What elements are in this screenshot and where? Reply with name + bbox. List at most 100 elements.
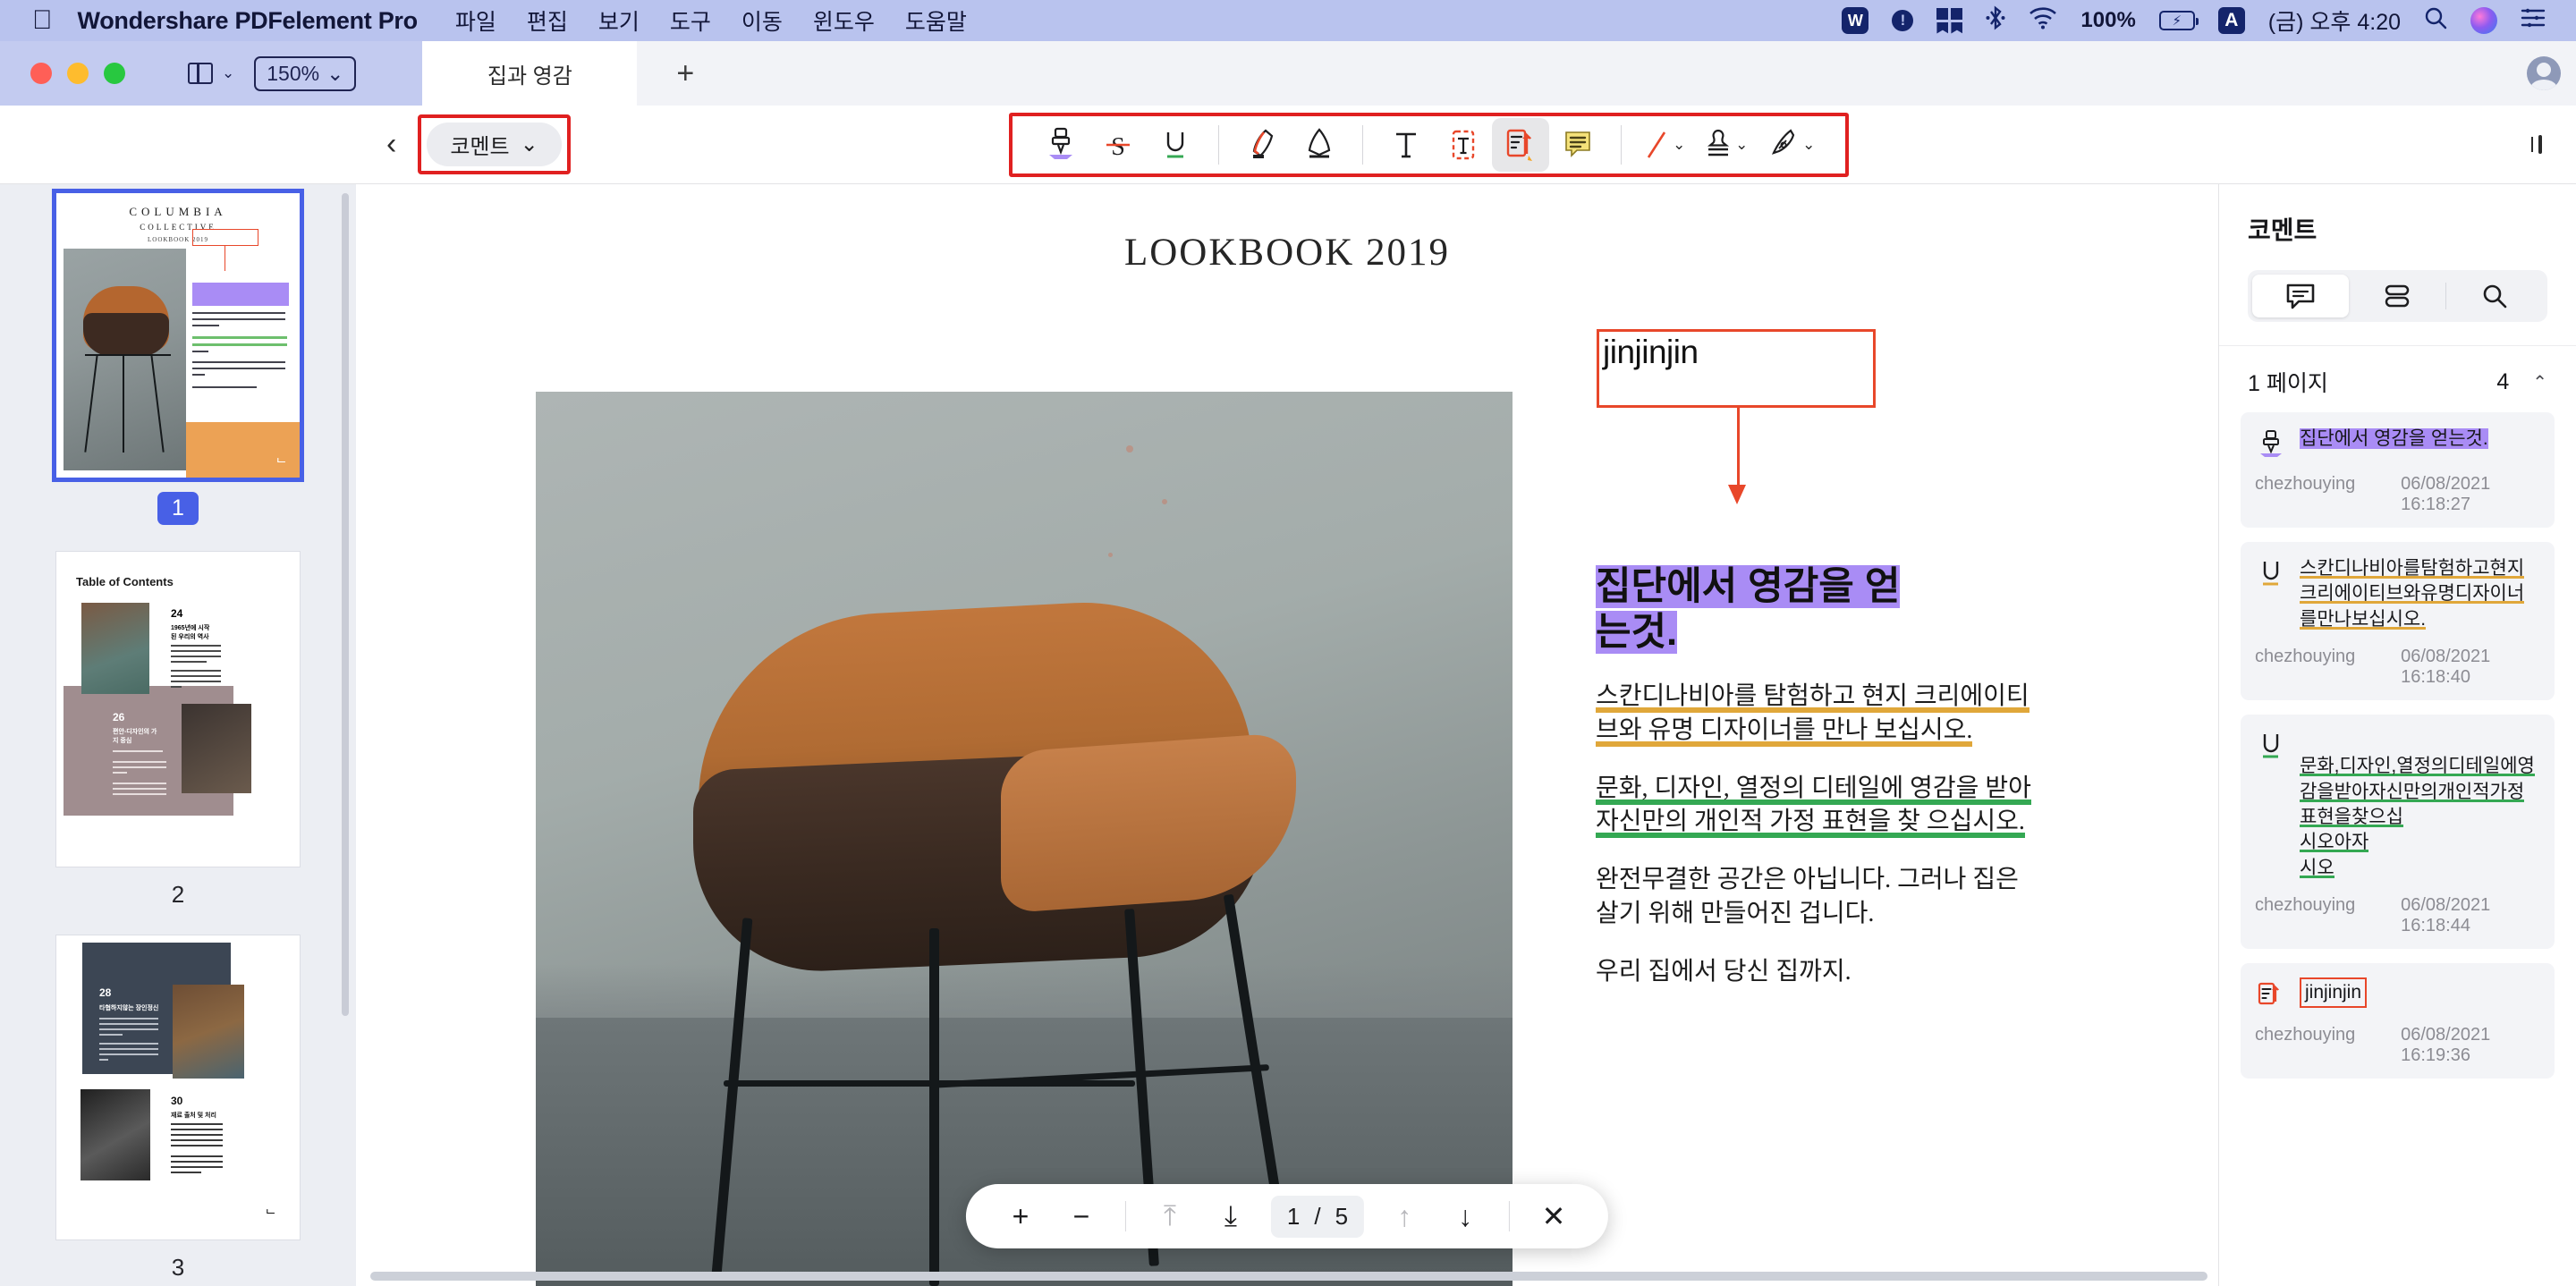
clock-label[interactable]: (금) 오후 4:20 <box>2268 4 2401 37</box>
comment-group-tab[interactable] <box>2349 275 2445 317</box>
total-pages-value: 5 <box>1335 1202 1349 1230</box>
close-toolbar-button[interactable]: ✕ <box>1526 1191 1581 1241</box>
alert-badge-icon[interactable]: ! <box>1892 10 1914 31</box>
headline-line-1: 집단에서 영감을 얻 <box>1596 565 1901 608</box>
menu-item-file[interactable]: 파일 <box>455 4 496 37</box>
thumbnail-number: 3 <box>171 1254 185 1281</box>
callout-icon <box>2255 977 2287 1011</box>
spotlight-search-icon[interactable] <box>2424 6 2447 36</box>
callout-annotation-box[interactable]: jinjinjin <box>1597 329 1876 408</box>
new-tab-button[interactable]: + <box>637 41 734 106</box>
document-headline: 집단에서 영감을 얻 는것. <box>1596 564 2043 655</box>
horizontal-scrollbar[interactable] <box>370 1272 2207 1281</box>
underline-tool[interactable] <box>1147 118 1204 172</box>
input-source-icon[interactable]: A <box>2217 7 2245 34</box>
thumb3-entry-b-line1: 재료 출처 및 처리 <box>171 1113 216 1119</box>
document-chair-photo <box>536 392 1513 1286</box>
speech-bubble-icon <box>2286 283 2315 309</box>
text-box-tool[interactable] <box>1435 118 1492 172</box>
wps-office-icon[interactable]: W <box>1842 7 1869 34</box>
menu-item-edit[interactable]: 편집 <box>527 4 568 37</box>
callout-tool[interactable] <box>1491 117 1549 172</box>
comment-meta: chezhouying 06/08/2021 16:18:44 <box>2255 895 2540 936</box>
document-paragraph-2: 문화, 디자인, 열정의 디테일에 영감을 받아 자신만의 개인적 가정 표현을… <box>1596 772 2043 839</box>
comment-timestamp: 06/08/2021 16:18:40 <box>2401 647 2491 688</box>
comment-item[interactable]: 문화,디자인,열정의디테일에영감을받아자신만의개인적가정표현을찾으십 시오아자 … <box>2241 715 2555 950</box>
sidebar-toggle-control[interactable]: ⌄ <box>188 63 234 84</box>
next-page-button[interactable]: ↓ <box>1437 1191 1493 1241</box>
text-tool[interactable] <box>1377 118 1435 172</box>
app-name-label[interactable]: Wondershare PDFelement Pro <box>78 7 419 35</box>
eraser-tool[interactable] <box>1291 118 1348 172</box>
comment-list-tab[interactable] <box>2252 275 2349 317</box>
zoom-level-selector[interactable]: 150% ⌄ <box>254 55 357 91</box>
comments-page-group-header[interactable]: 1 페이지 4 ⌃ <box>2219 345 2576 398</box>
wifi-icon[interactable] <box>2029 6 2057 36</box>
line-shape-tool[interactable]: ⌄ <box>1636 118 1693 172</box>
zoom-out-button[interactable]: − <box>1054 1191 1109 1241</box>
minimize-window-button[interactable] <box>67 63 89 84</box>
thumbnail-scrollbar[interactable] <box>342 193 349 1016</box>
sidebar-panel-icon <box>188 63 213 84</box>
thumb3-entry-b-number: 30 <box>171 1095 183 1107</box>
chevron-up-icon[interactable]: ⌃ <box>2532 371 2547 393</box>
document-header-title: LOOKBOOK 2019 <box>1123 232 1451 274</box>
underline-icon <box>2255 556 2287 632</box>
menu-item-view[interactable]: 보기 <box>598 4 640 37</box>
tab-strip: 집과 영감 + <box>422 41 2576 106</box>
page-thumbnail-2[interactable]: Table of Contents 24 1965년에 시작 된 우리의 역사 … <box>56 552 300 909</box>
maximize-window-button[interactable] <box>104 63 125 84</box>
zoom-in-button[interactable]: + <box>993 1191 1048 1241</box>
thumbnail-number: 1 <box>56 492 300 525</box>
document-viewer[interactable]: LOOKBOOK 2019 jinjinjin 집단에서 영감을 얻 는것. 스… <box>356 184 2218 1286</box>
comment-author: chezhouying <box>2255 647 2356 667</box>
comment-author: chezhouying <box>2255 895 2356 916</box>
document-tab[interactable]: 집과 영감 <box>422 41 638 106</box>
apple-menu-icon[interactable]:  <box>32 7 53 34</box>
first-page-button[interactable]: ⤒ <box>1142 1191 1198 1241</box>
control-center-icon[interactable] <box>2521 8 2546 34</box>
page-thumbnail-3[interactable]: 28 타협하지않는 장인정신 30 재료 출처 및 처리 ᄂ 3 <box>56 935 300 1282</box>
thumb1-subtitle: COLLECTIVE <box>140 223 216 232</box>
comment-mode-dropdown[interactable]: 코멘트 ⌄ <box>427 123 562 166</box>
comment-item[interactable]: 집단에서 영감을 얻는것. chezhouying 06/08/2021 16:… <box>2241 412 2555 528</box>
comment-search-tab[interactable] <box>2446 275 2543 317</box>
mode-selector-highlight-box: 코멘트 ⌄ <box>418 114 571 174</box>
page-thumbnail-1[interactable]: COLUMBIA COLLECTIVE LOOKBOOK 2019 ᄂ 1 <box>56 193 300 525</box>
signature-tool[interactable]: ⌄ <box>1759 118 1826 172</box>
stamp-tool[interactable]: ⌄ <box>1693 118 1759 172</box>
chevron-down-icon: ⌄ <box>1735 135 1749 153</box>
menu-item-tools[interactable]: 도구 <box>670 4 711 37</box>
macos-menu-bar:  Wondershare PDFelement Pro 파일 편집 보기 도구… <box>0 0 2576 41</box>
note-tool[interactable] <box>1549 118 1606 172</box>
previous-page-button[interactable]: ↑ <box>1377 1191 1432 1241</box>
toggle-right-panel-button[interactable] <box>2538 134 2542 154</box>
last-page-button[interactable]: ⤓ <box>1203 1191 1258 1241</box>
chevron-down-icon: ⌄ <box>1673 135 1686 153</box>
close-window-button[interactable] <box>30 63 52 84</box>
strikethrough-tool[interactable]: S <box>1089 118 1147 172</box>
menu-items: 파일 편집 보기 도구 이동 윈도우 도움말 <box>455 4 967 37</box>
bluetooth-icon[interactable] <box>1986 5 2005 37</box>
menu-item-go[interactable]: 이동 <box>741 4 783 37</box>
thumb2-entry-b-line2: 지 중심 <box>113 738 132 744</box>
back-button[interactable]: ‹ <box>386 127 396 162</box>
menu-item-help[interactable]: 도움말 <box>905 4 967 37</box>
stamp-comment-tool[interactable] <box>1032 118 1089 172</box>
document-page[interactable]: LOOKBOOK 2019 jinjinjin 집단에서 영감을 얻 는것. 스… <box>536 184 2038 1286</box>
page-number-input[interactable]: 1 / 5 <box>1270 1195 1365 1238</box>
comments-panel-title: 코멘트 <box>2248 216 2318 244</box>
grid-app-icon[interactable] <box>1936 7 1963 34</box>
highlight-tool[interactable] <box>1233 118 1291 172</box>
thumb2-image-2 <box>182 704 251 793</box>
battery-icon[interactable]: ⚡ <box>2158 11 2199 30</box>
comment-item[interactable]: 스칸디나비아를탐험하고현지크리에이티브와유명디자이너를만나보십시오. chezh… <box>2241 542 2555 701</box>
account-button[interactable] <box>2512 41 2576 106</box>
siri-icon[interactable] <box>2470 7 2497 34</box>
document-paragraph-3: 완전무결한 공간은 아닙니다. 그러나 집은 살기 위해 만들어진 겁니다. <box>1596 866 2019 927</box>
page-thumbnail-panel[interactable]: COLUMBIA COLLECTIVE LOOKBOOK 2019 ᄂ 1 Ta… <box>0 184 356 1286</box>
menu-item-window[interactable]: 윈도우 <box>813 4 875 37</box>
comment-item[interactable]: jinjinjin chezhouying 06/08/2021 16:19:3… <box>2241 963 2555 1079</box>
callout-arrow-head <box>1728 485 1746 504</box>
thumb1-callout-box <box>192 229 258 246</box>
